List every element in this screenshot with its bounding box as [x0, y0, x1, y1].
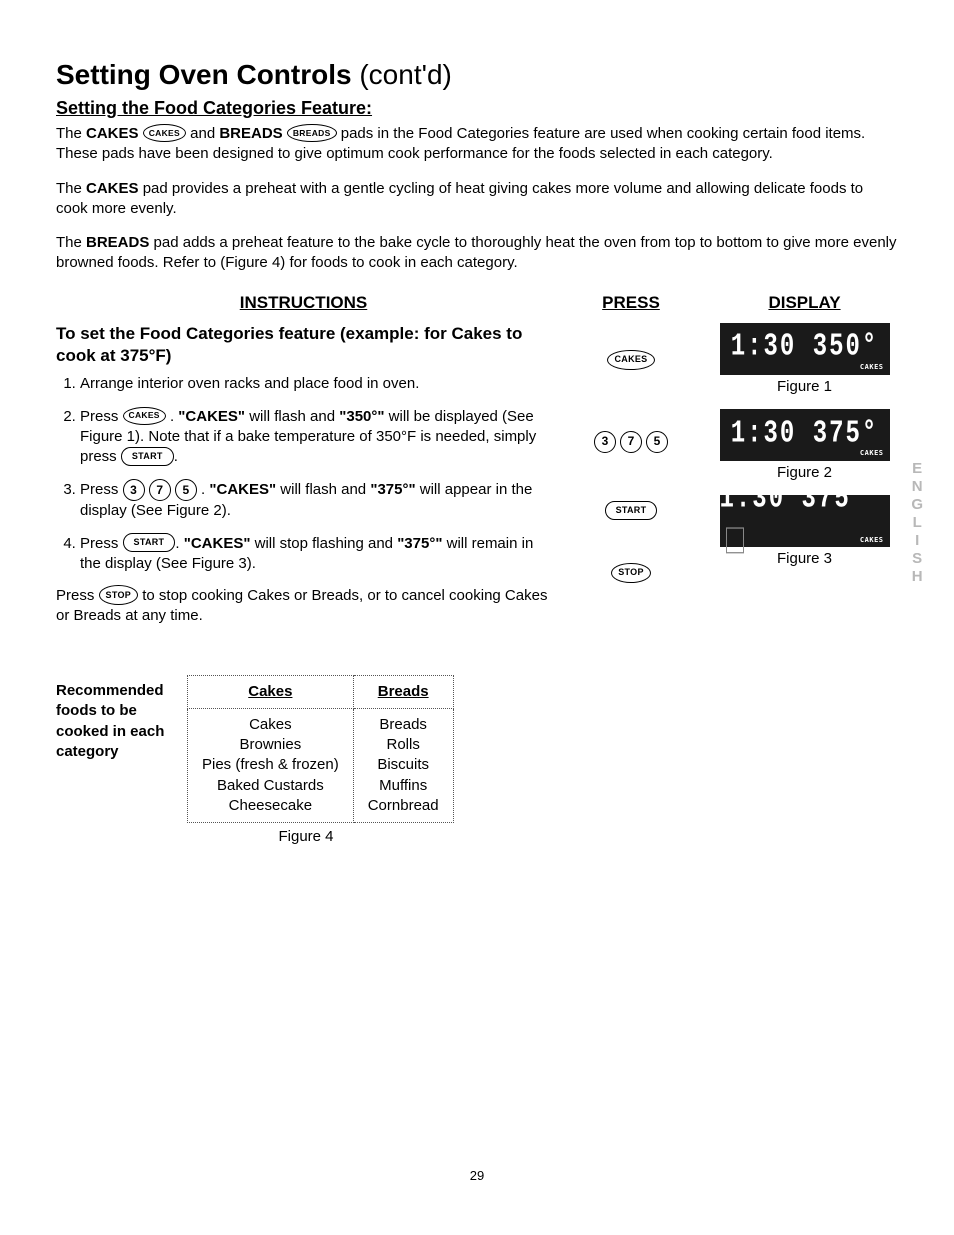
- page-title: Setting Oven Controls (cont'd): [56, 56, 898, 94]
- example-heading: To set the Food Categories feature (exam…: [56, 323, 551, 369]
- col-header-display: DISPLAY: [711, 292, 898, 315]
- step-3: Press 3 7 5 . "CAKES" will flash and "37…: [80, 479, 551, 521]
- press-digit-7: 7: [620, 431, 642, 453]
- paragraph-breads: The BREADS pad adds a preheat feature to…: [56, 233, 898, 274]
- figure-1-label: Figure 1: [720, 377, 890, 397]
- cakes-items: Cakes Brownies Pies (fresh & frozen) Bak…: [188, 708, 354, 822]
- display-figure-3: 1:30 375° CAKES: [720, 495, 890, 547]
- page-number: 29: [56, 1167, 898, 1185]
- step-2: Press CAKES . "CAKES" will flash and "35…: [80, 407, 551, 468]
- press-digit-3: 3: [594, 431, 616, 453]
- press-start-pad: START: [605, 501, 658, 520]
- press-stop-pad: STOP: [611, 563, 651, 583]
- paragraph-cakes: The CAKES pad provides a preheat with a …: [56, 179, 898, 220]
- press-cakes-pad: CAKES: [607, 350, 654, 370]
- breads-items: Breads Rolls Biscuits Muffins Cornbread: [353, 708, 453, 822]
- table-rowhead: Recommended foods to be cooked in each c…: [56, 675, 188, 823]
- press-digit-5: 5: [646, 431, 668, 453]
- start-pad-icon: START: [123, 533, 176, 552]
- col-header-press: PRESS: [551, 292, 711, 315]
- food-categories-table: Recommended foods to be cooked in each c…: [56, 675, 454, 824]
- start-pad-icon: START: [121, 447, 174, 466]
- digit-3-icon: 3: [123, 479, 145, 501]
- step-1: Arrange interior oven racks and place fo…: [80, 374, 551, 394]
- display-figure-2: 1:30 375° CAKES: [720, 409, 890, 461]
- cakes-pad-icon: CAKES: [143, 124, 186, 142]
- step-4: Press START. "CAKES" will stop flashing …: [80, 534, 551, 575]
- col-breads: Breads: [353, 675, 453, 708]
- col-cakes: Cakes: [188, 675, 354, 708]
- figure-4-label: Figure 4: [56, 827, 556, 847]
- digit-5-icon: 5: [175, 479, 197, 501]
- stop-pad-icon: STOP: [99, 585, 139, 605]
- stop-note: Press STOP to stop cooking Cakes or Brea…: [56, 586, 551, 627]
- col-header-instructions: INSTRUCTIONS: [56, 292, 551, 315]
- side-language-label: ENGLISH: [911, 460, 924, 586]
- section-heading: Setting the Food Categories Feature:: [56, 96, 898, 120]
- cakes-pad-icon: CAKES: [123, 407, 166, 425]
- display-figure-1: 1:30 350° CAKES: [720, 323, 890, 375]
- digit-7-icon: 7: [149, 479, 171, 501]
- paragraph-intro: The CAKES CAKES and BREADS BREADS pads i…: [56, 124, 898, 165]
- breads-pad-icon: BREADS: [287, 124, 337, 142]
